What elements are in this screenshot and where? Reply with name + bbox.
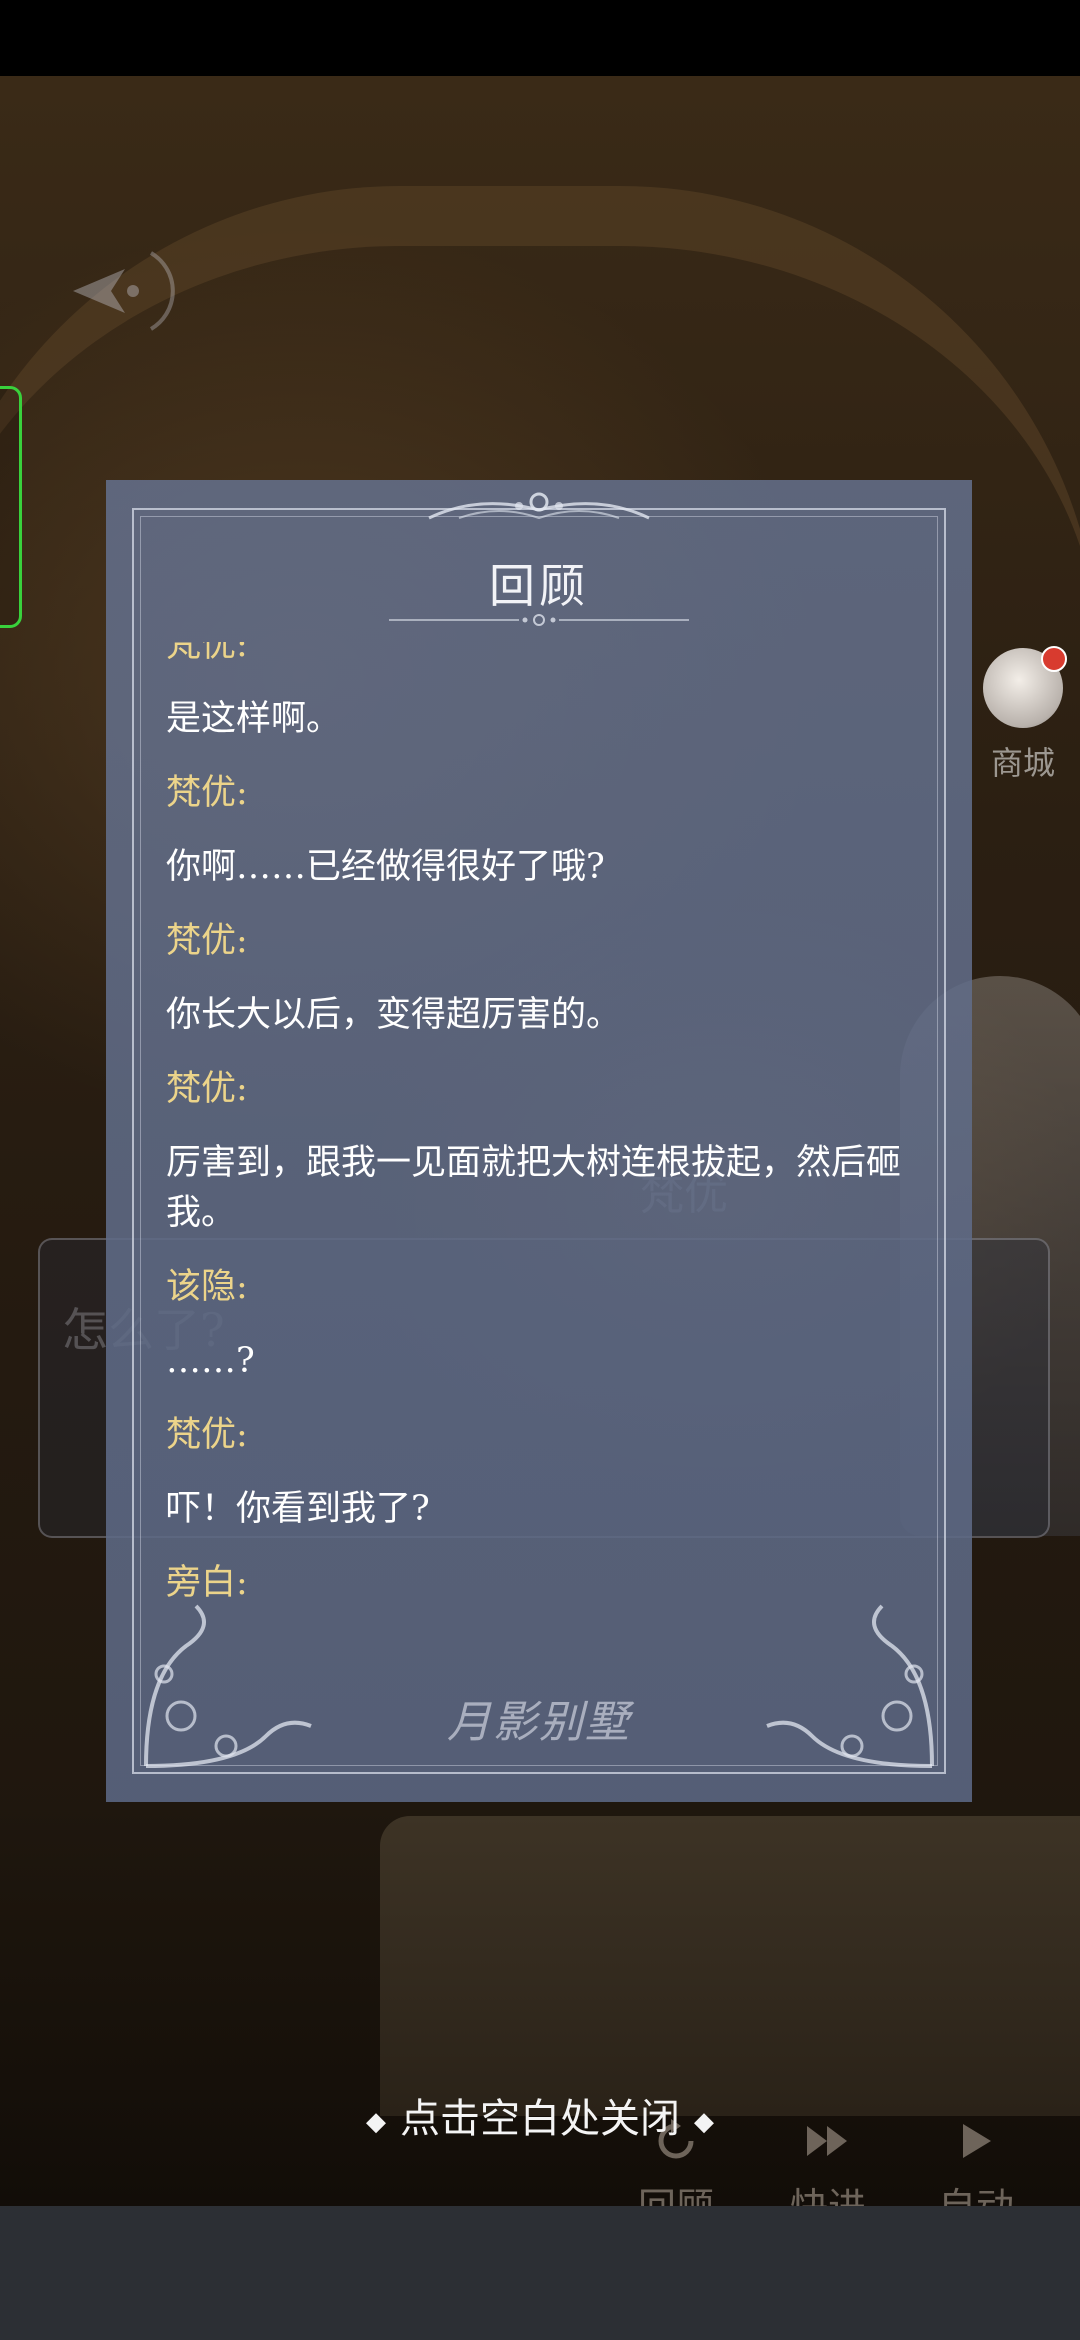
side-panel-tab[interactable] [0,386,22,628]
log-dialogue-text: 厉害到，跟我一见面就把大树连根拔起，然后砸我。 [166,1143,902,1233]
log-speaker-name: 梵优: [166,1069,248,1109]
shop-label: 商城 [990,744,1055,782]
diamond-icon: ◆ [694,2107,714,2137]
log-speaker-name: 梵优: [166,642,248,665]
log-dialogue-text: 是这样啊。 [166,699,342,739]
log-dialogue-text: 你长大以后，变得超厉害的。 [166,995,622,1035]
log-speaker-name: 梵优: [166,921,248,961]
log-speaker-name: 梵优: [166,1415,248,1455]
shop-button[interactable]: 商城 [968,646,1078,798]
background-bed [380,1816,1080,2116]
log-scroll-area[interactable]: 梵优: 是这样啊。 梵优: 你啊……已经做得很好了哦? 梵优: 你长大以后，变得超厉害的。… [166,642,922,1630]
game-logo: 月影别墅 [447,1697,631,1748]
log-dialogue-text: 吓！你看到我了? [166,1489,430,1529]
review-title: 回顾 [489,559,589,613]
back-button[interactable] [50,236,180,346]
status-bar [0,0,1080,76]
top-ornament-icon [428,492,650,520]
back-arrow-icon [73,251,175,331]
close-hint: ◆ 点击空白处关闭 ◆ [0,2086,1080,2144]
shop-avatar [983,646,1067,728]
close-hint-text: 点击空白处关闭 [400,2096,680,2142]
fast-forward-label: 快进 [790,2176,866,2206]
diamond-icon: ◆ [366,2107,386,2137]
system-navigation-bar [0,2206,1080,2340]
log-dialogue-text: 你啊……已经做得很好了哦? [166,847,605,887]
title-divider-icon [389,614,689,626]
review-log-panel[interactable]: 回顾 梵优: 是这样啊。 梵优: 你啊……已经做得很好了哦? 梵优: 你长大以后，变得超厉… [106,480,972,1802]
review-control-label: 回顾 [638,2176,714,2206]
log-speaker-name: 该隐: [166,1267,248,1307]
notification-dot [1041,646,1067,672]
log-list: 梵优: 是这样啊。 梵优: 你啊……已经做得很好了哦? 梵优: 你长大以后，变得超厉害的。… [166,642,922,1630]
log-dialogue-text: ……? [166,1341,255,1381]
log-speaker-name: 梵优: [166,773,248,813]
auto-play-label: 自动 [938,2176,1014,2206]
